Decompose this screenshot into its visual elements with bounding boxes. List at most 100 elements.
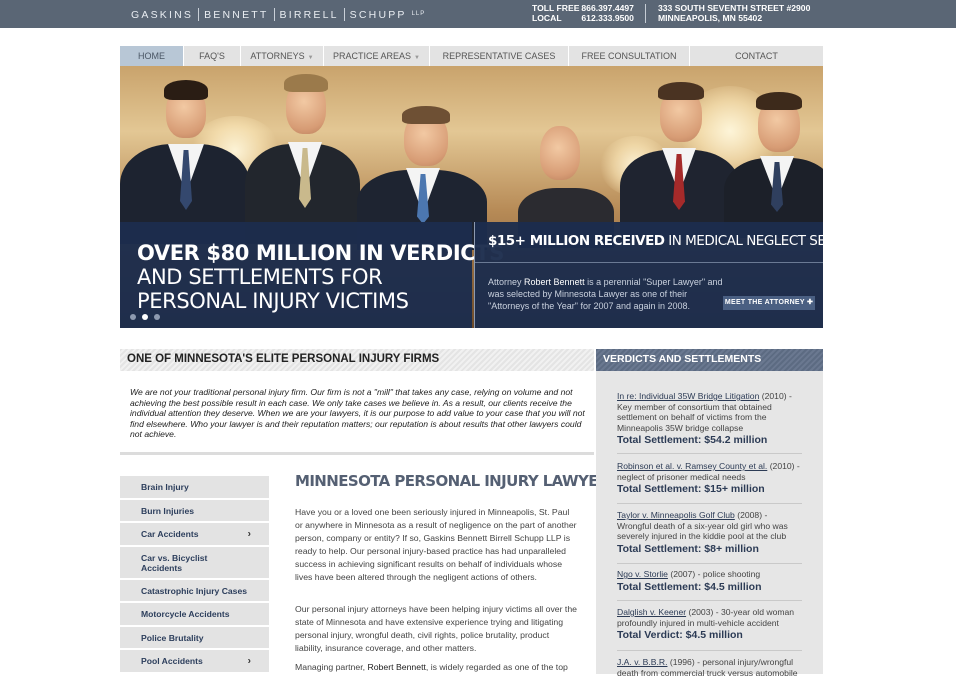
case-divider	[617, 650, 802, 651]
menu-item-label: Car vs. Bicyclist Accidents	[141, 552, 208, 573]
nav-attorneys[interactable]: ATTORNEYS ▼	[241, 46, 324, 66]
case-total: Total Settlement: $54.2 million	[617, 434, 768, 446]
attorney-name: Robert Bennett	[524, 277, 585, 287]
nav-practice-areas[interactable]: PRACTICE AREAS ▼	[324, 46, 430, 66]
menu-item-car-vs-bicyclist[interactable]: Car vs. Bicyclist Accidents	[120, 547, 269, 580]
case-total: Total Settlement: $15+ million	[617, 483, 765, 495]
logo-divider	[343, 8, 345, 21]
case-link[interactable]: Taylor v. Minneapolis Golf Club	[617, 510, 735, 520]
feature-title-bold: $15+ MILLION RECEIVED	[488, 233, 665, 249]
logo-divider	[198, 8, 200, 21]
phone-numbers: TOLL FREE 866.397.4497 LOCAL 612.333.950…	[532, 3, 634, 23]
nav-label: ATTORNEYS	[250, 51, 305, 61]
nav-free-consultation[interactable]: FREE CONSULTATION	[569, 46, 690, 66]
menu-item-motorcycle-accidents[interactable]: Motorcycle Accidents	[120, 603, 269, 627]
chevron-down-icon: ▼	[414, 55, 420, 61]
case-total: Total Settlement: $8+ million	[617, 542, 759, 555]
address-line-1: 333 SOUTH SEVENTH STREET #2900	[658, 3, 811, 13]
case-link[interactable]: Dalglish v. Keener	[617, 607, 686, 617]
chevron-down-icon: ▼	[307, 55, 314, 61]
header-divider	[645, 4, 646, 23]
headline-line-2: AND SETTLEMENTS FOR	[137, 265, 383, 289]
menu-item-label: Burn Injuries	[141, 505, 195, 516]
nav-label: PRACTICE AREAS	[333, 51, 412, 61]
partner-name: Robert Bennett	[367, 662, 426, 672]
verdict-item: Robinson et al. v. Ramsey County et al. …	[617, 461, 802, 495]
menu-item-car-accidents[interactable]: Car Accidents ›	[120, 523, 269, 547]
verdict-item: Ngo v. Storlie (2007) - police shooting …	[617, 569, 802, 592]
verdicts-heading-bar: VERDICTS AND SETTLEMENTS	[596, 349, 823, 371]
menu-item-label: Police Brutality	[141, 632, 204, 643]
nav-contact[interactable]: CONTACT	[690, 46, 823, 66]
feature-title: $15+ MILLION RECEIVED IN MEDICAL NEGLECT…	[488, 233, 823, 249]
verdicts-sidebar: VERDICTS AND SETTLEMENTS In re: Individu…	[596, 349, 823, 678]
verdict-item: In re: Individual 35W Bridge Litigation …	[617, 391, 802, 446]
nav-faqs[interactable]: FAQ'S	[184, 46, 241, 66]
case-divider	[617, 563, 802, 564]
nav-label: FREE CONSULTATION	[581, 51, 677, 61]
slide-dot-active[interactable]	[142, 314, 148, 320]
slide-dot[interactable]	[130, 314, 136, 320]
case-link[interactable]: Ngo v. Storlie	[617, 569, 668, 579]
nav-representative-cases[interactable]: REPRESENTATIVE CASES	[430, 46, 569, 66]
menu-item-label: Catastrophic Injury Cases	[141, 585, 248, 596]
case-description: (2007) - police shooting	[667, 569, 761, 579]
menu-item-burn-injuries[interactable]: Burn Injuries	[120, 500, 269, 523]
nav-label: HOME	[138, 51, 165, 61]
nav-label: REPRESENTATIVE CASES	[442, 51, 556, 61]
logo-suffix: LLP	[411, 11, 426, 17]
menu-item-pool-accidents[interactable]: Pool Accidents ›	[120, 650, 269, 674]
case-divider	[617, 600, 802, 601]
meet-the-attorney-button[interactable]: MEET THE ATTORNEY ✚	[723, 296, 815, 310]
featured-settlement-panel: $15+ MILLION RECEIVED IN MEDICAL NEGLECT…	[474, 222, 823, 328]
nav-label: CONTACT	[735, 51, 778, 61]
nav-home[interactable]: HOME	[120, 46, 184, 66]
case-divider	[617, 453, 802, 454]
office-address: 333 SOUTH SEVENTH STREET #2900 MINNEAPOL…	[658, 3, 810, 23]
case-link[interactable]: In re: Individual 35W Bridge Litigation	[617, 391, 759, 401]
top-bar: GASKINS BENNETT BIRRELL SCHUPP LLP TOLL FRE…	[0, 0, 956, 28]
menu-item-police-brutality[interactable]: Police Brutality	[120, 627, 269, 650]
case-total: Total Verdict: $4.5 million	[617, 629, 743, 641]
hero-headline: OVER $80 MILLION IN VERDICTS AND SETTLEM…	[137, 241, 504, 313]
intro-heading: ONE OF MINNESOTA'S ELITE PERSONAL INJURY…	[127, 353, 440, 365]
slide-dot[interactable]	[154, 314, 160, 320]
verdicts-heading: VERDICTS AND SETTLEMENTS	[603, 353, 762, 365]
main-title: MINNESOTA PERSONAL INJURY LAWYERS	[295, 472, 620, 490]
paragraph-part: Managing partner,	[295, 662, 368, 672]
logo-part: GASKINS	[131, 9, 194, 21]
feature-title-rest: IN MEDICAL NEGLECT SETTLEMENT	[668, 233, 823, 249]
case-link[interactable]: J.A. v. B.B.R.	[617, 657, 667, 667]
case-total: Total Settlement: $4.5 million	[617, 580, 762, 593]
local-number[interactable]: 612.333.9500	[581, 13, 634, 23]
chevron-right-icon: ›	[247, 655, 251, 667]
menu-item-label: Motorcycle Accidents	[141, 609, 230, 619]
paragraph-part: , is widely regarded as one of the top	[425, 662, 568, 672]
hero-headline-panel: OVER $80 MILLION IN VERDICTS AND SETTLEM…	[120, 222, 504, 328]
logo-part: BENNETT	[204, 9, 269, 21]
menu-item-catastrophic-injury[interactable]: Catastrophic Injury Cases	[120, 580, 269, 603]
section-divider	[120, 452, 594, 455]
chevron-right-icon: ›	[247, 528, 251, 540]
menu-item-label: Car Accidents	[141, 529, 199, 539]
menu-item-label: Brain Injury	[141, 482, 189, 492]
logo-part: SCHUPP	[349, 9, 407, 21]
intro-text: We are not your traditional personal inj…	[130, 387, 585, 439]
headline-line-1: OVER $80 MILLION IN VERDICTS	[137, 241, 504, 265]
firm-logo[interactable]: GASKINS BENNETT BIRRELL SCHUPP LLP	[131, 8, 425, 21]
main-nav: HOME FAQ'S ATTORNEYS ▼ PRACTICE AREAS ▼ RE…	[120, 46, 823, 66]
toll-free-number[interactable]: 866.397.4497	[581, 3, 634, 13]
main-paragraph-2: Our personal injury attorneys have been …	[295, 604, 578, 653]
logo-divider	[273, 8, 275, 21]
nav-label: FAQ'S	[199, 51, 225, 61]
menu-item-label: Pool Accidents	[141, 656, 203, 666]
case-divider	[617, 503, 802, 504]
hero-banner: OVER $80 MILLION IN VERDICTS AND SETTLEM…	[120, 66, 823, 328]
toll-free-label: TOLL FREE	[532, 3, 580, 13]
verdict-item: J.A. v. B.B.R. (1996) - personal injury/…	[617, 657, 802, 678]
logo-part: BIRRELL	[279, 9, 339, 21]
case-link[interactable]: Robinson et al. v. Ramsey County et al.	[617, 461, 767, 471]
local-label: LOCAL	[532, 13, 562, 23]
practice-area-menu: Brain Injury Burn Injuries Car Accidents…	[120, 476, 269, 674]
menu-item-brain-injury[interactable]: Brain Injury	[120, 476, 269, 500]
